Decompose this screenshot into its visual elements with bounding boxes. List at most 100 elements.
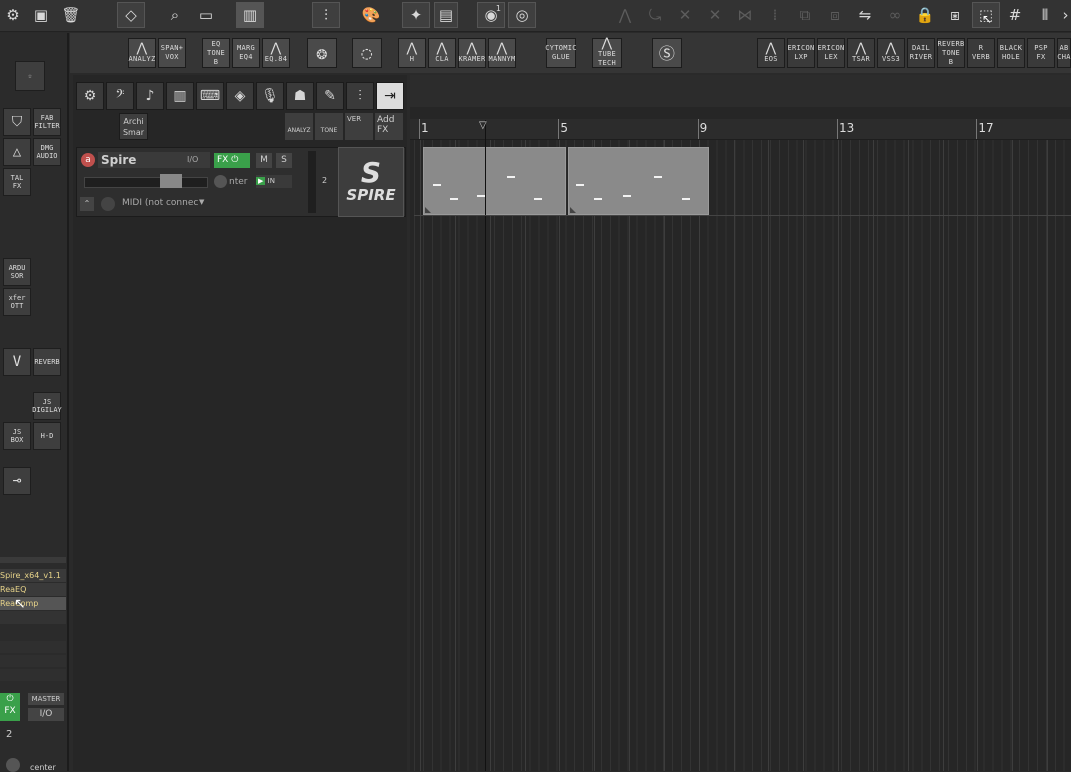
input-monitor-button[interactable]: ▶ IN (256, 175, 292, 188)
master-io-button[interactable]: I/O (28, 708, 64, 721)
midi-input-select[interactable]: MIDI (not connec (122, 198, 208, 211)
mixer-icon[interactable]: ⫶ (312, 2, 340, 28)
tone-button[interactable]: TONE (315, 113, 343, 140)
swirl-icon[interactable]: ◌ (352, 38, 382, 68)
fx-plugin-button[interactable]: ⋀ MANNYM (488, 38, 516, 68)
fx-plugin-button[interactable]: ⋀ EOS (757, 38, 785, 68)
ripple-icon[interactable]: ⇋ (852, 2, 878, 28)
input-select-icon[interactable] (101, 197, 115, 211)
save-icon[interactable]: ▣ (28, 2, 54, 28)
fx-plugin-button[interactable]: ⋀ KRAMER (458, 38, 486, 68)
ver-button[interactable]: VER (345, 113, 373, 140)
fx-plugin-button[interactable]: ERICON LXP (787, 38, 815, 68)
link-icon[interactable]: ∞ (882, 2, 908, 28)
mute-button[interactable]: M (256, 153, 272, 168)
split-icon[interactable]: ✕ (702, 2, 728, 28)
collapse-icon[interactable]: ⌃ (80, 197, 94, 211)
item-corner-icon[interactable] (570, 207, 577, 213)
fx-chain-item[interactable]: Spire_x64_v1.1 (0, 569, 66, 582)
aperture-icon[interactable]: ❂ (307, 38, 337, 68)
bass-clef-icon[interactable]: 𝄢 (106, 82, 134, 110)
edit-cursor[interactable] (485, 120, 486, 771)
gear-icon[interactable]: ⚙ (0, 2, 26, 28)
send-slot[interactable] (0, 655, 66, 667)
keyboard-icon[interactable]: ⌨ (196, 82, 224, 110)
left-fx-button[interactable]: ARDU SOR (3, 258, 31, 286)
search-icon[interactable]: ⌕ (162, 2, 188, 28)
fx-plugin-button[interactable]: BLACK HOLE (997, 38, 1025, 68)
fx-plugin-button[interactable]: DAIL RIVER (907, 38, 935, 68)
pan-knob[interactable] (6, 758, 20, 772)
more-icon[interactable]: › (1060, 2, 1071, 28)
grid-icon[interactable]: # (1002, 2, 1028, 28)
lantern-icon[interactable]: ✦ (402, 2, 430, 28)
crossfade-icon[interactable]: ✕ (672, 2, 698, 28)
eq-icon[interactable]: ⫶ (346, 82, 374, 110)
left-fx-button[interactable]: xfer OTT (3, 288, 31, 316)
tag-icon[interactable]: ◈ (226, 82, 254, 110)
pan-knob-track[interactable] (214, 175, 227, 188)
left-fx-button[interactable]: JS BOX (3, 422, 31, 450)
playhead-marker-icon[interactable]: ▽ (479, 120, 487, 131)
send-slot[interactable] (0, 641, 66, 653)
master-fx-button[interactable]: ⏻ FX (0, 693, 20, 721)
fx-plugin-button[interactable]: ⋀ TUBE TECH (592, 37, 622, 68)
spire-plugin-button[interactable]: S SPIRE (338, 147, 404, 217)
fx-plugin-button[interactable]: REVERB TONE B (937, 38, 965, 68)
crop-icon[interactable]: ▭ (193, 2, 219, 28)
spectrum-icon[interactable]: ▥ (236, 2, 264, 28)
envelope-icon[interactable]: ⧆ (942, 2, 968, 28)
chevron-down-icon[interactable]: ▼ (199, 198, 204, 206)
metronome-icon[interactable]: ⋀ (612, 2, 638, 28)
fx-plugin-button[interactable]: ⋀ EQ.84 (262, 38, 290, 68)
fx-plugin-button[interactable]: SPAN+ VOX (158, 38, 186, 68)
fx-plugin-button[interactable]: PSP FX (1027, 38, 1055, 68)
midi-item[interactable] (568, 147, 710, 215)
grid-dots-icon[interactable]: ⁞ (762, 2, 788, 28)
fx-plugin-button[interactable]: ⋀ VSS3 (877, 38, 905, 68)
loop-icon[interactable]: ⤿ (642, 2, 668, 28)
fx-plugin-button[interactable]: AB CHA (1057, 38, 1071, 68)
fx-plugin-button[interactable]: MARG EQ4 (232, 38, 260, 68)
group-icon[interactable]: ⧉ (792, 2, 818, 28)
left-fx-button[interactable]: JS DIGILAY (32, 392, 62, 420)
volume-fader-handle[interactable] (160, 174, 182, 188)
send-slot[interactable] (0, 669, 66, 681)
fx-plugin-button[interactable]: CYTOMIC GLUE (545, 38, 577, 68)
fx-plugin-button[interactable]: R VERB (967, 38, 995, 68)
layers-icon[interactable]: ⧈ (822, 2, 848, 28)
mic-icon[interactable]: 🎙 (256, 82, 284, 110)
fx-plugin-button[interactable]: ⋀ ANALYZ (128, 38, 156, 68)
markers-icon[interactable]: ⫴ (1032, 2, 1058, 28)
disc-icon[interactable]: ◎ (508, 2, 536, 28)
eraser-icon[interactable]: ◇ (117, 2, 145, 28)
favorites-icon[interactable]: ☆ (15, 61, 45, 91)
left-fx-button[interactable]: DMG AUDIO (33, 138, 61, 166)
timeline-ruler[interactable] (410, 119, 1071, 140)
palette-icon[interactable]: 🎨 (358, 2, 384, 28)
solo-button[interactable]: S (276, 153, 292, 168)
monitor-icon[interactable]: ▤ (434, 2, 458, 28)
archi-button[interactable]: Archi Smar (119, 113, 148, 140)
fx-chain-item[interactable]: ReaComp (0, 597, 66, 610)
analyzer-icon[interactable]: △ (3, 138, 31, 166)
guitar-icon[interactable]: ♪ (136, 82, 164, 110)
drums-icon[interactable]: ⚙ (76, 82, 104, 110)
fx-plugin-button[interactable]: ⋀ H (398, 38, 426, 68)
track-fx-button[interactable]: FX ⏻ (214, 153, 250, 168)
track-io-button[interactable]: I/O (187, 154, 207, 166)
fx-plugin-button[interactable]: ⋀ TSAR (847, 38, 875, 68)
s-plugin-icon[interactable]: Ⓢ (652, 38, 682, 68)
toggle-icon[interactable]: ⊸ (3, 467, 31, 495)
fx-plugin-button[interactable]: EQ TONE B (202, 38, 230, 68)
left-fx-button[interactable]: TAL FX (3, 168, 31, 196)
record-arm-button[interactable]: a (81, 153, 95, 167)
left-fx-button[interactable]: H-D (33, 422, 61, 450)
pencil-icon[interactable]: ✎ (316, 82, 344, 110)
fx-plugin-button[interactable]: ERICON LEX (817, 38, 845, 68)
midi-item[interactable] (423, 147, 567, 215)
piano-icon[interactable]: ▥ (166, 82, 194, 110)
shield-icon[interactable]: ⛉ (3, 108, 31, 136)
add-fx-button[interactable]: Add FX (375, 113, 403, 140)
arrow-right-icon[interactable]: ⇥ (376, 82, 404, 110)
